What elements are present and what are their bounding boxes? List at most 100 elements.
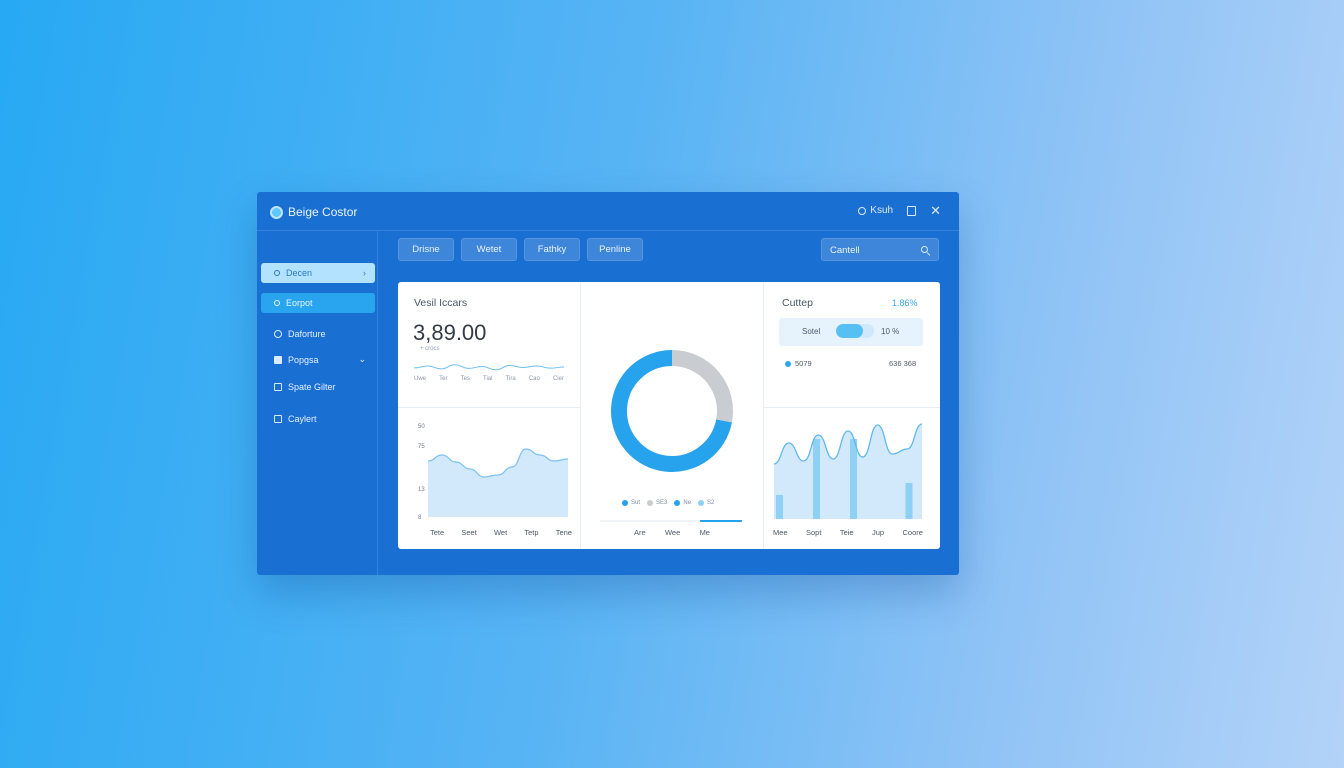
lock-icon (274, 415, 282, 423)
bar (776, 495, 783, 519)
legend-entry: SE3 (647, 500, 667, 506)
sidebar-item-label: Daforture (288, 329, 326, 339)
x-tick-label: Coore (902, 528, 923, 537)
grid-icon (274, 383, 282, 391)
x-tick-label: Wee (664, 528, 681, 537)
row-value: 636 368 (889, 359, 917, 368)
clipboard-icon[interactable] (907, 205, 917, 216)
donut-legend: Sut SE3 Ne S2 (622, 500, 714, 506)
app-title: Beige Costor (288, 205, 358, 219)
area-chart-right-xlabels: Mee Sopt Teie Jup Coore (773, 528, 923, 537)
account-label: Ksuh (870, 205, 894, 216)
progress-fill (836, 324, 864, 338)
toolbar: Drisne Wetet Fathky Penline (398, 238, 643, 261)
sparkline-tick-label: Cao (528, 376, 540, 382)
sidebar-item-label: Caylert (288, 414, 317, 424)
sidebar-item-popgsa[interactable]: Popgsa ⌄ (261, 350, 375, 370)
sidebar-item-eorpot[interactable]: Eorpot (261, 293, 375, 313)
circle-icon (274, 270, 280, 276)
y-tick-label: 50 (418, 424, 425, 430)
legend-entry: Sut (622, 500, 640, 506)
dashboard-panel: Vesil Iccars 3,89.00 + crocs Uwe Ter Tes Ti… (398, 282, 940, 549)
close-icon[interactable]: ✕ (930, 204, 941, 217)
divider (398, 407, 580, 408)
sparkline-tick-label: Uwe (414, 376, 427, 382)
sidebar-item-decen[interactable]: Decen › (261, 263, 375, 283)
title-bar: Beige Costor Ksuh ✕ (257, 192, 959, 231)
search-input[interactable] (830, 243, 918, 257)
y-tick-label: 75 (418, 444, 425, 450)
legend-label: S2 (707, 500, 715, 506)
legend-swatch (647, 500, 654, 506)
toolbar-button-wetet[interactable]: Wetet (461, 238, 517, 261)
cup-percent: 1.86% (892, 298, 918, 308)
divider (580, 282, 581, 549)
sparkline-ticks: Uwe Ter Tes Tial Tira Cao Cier (414, 376, 564, 382)
sparkline-tick-label: Cier (552, 376, 564, 382)
sparkline-tick-label: Tial (483, 376, 493, 382)
divider (763, 282, 764, 549)
toolbar-button-penline[interactable]: Penline (587, 238, 643, 261)
donut-chart (611, 350, 733, 472)
sparkline-tick-label: Tes (460, 376, 470, 382)
legend-swatch (622, 500, 628, 506)
x-tick-label: Seet (461, 528, 477, 537)
legend-swatch (674, 500, 681, 506)
donut-slice (671, 350, 733, 423)
sidebar-item-label: Decen (286, 268, 313, 278)
sidebar-item-label: Spate Gilter (288, 382, 336, 392)
x-tick-label: Jup (872, 528, 885, 537)
bar (905, 483, 913, 519)
area-fill (774, 424, 922, 519)
app-brand: Beige Costor (270, 205, 357, 219)
x-tick-label: Tetp (524, 528, 539, 537)
toolbar-button-drisne[interactable]: Drisne (398, 238, 454, 261)
area-chart-left-xlabels: Tete Seet Wet Tetp Tene (430, 528, 572, 537)
globe-logo-icon (270, 205, 283, 219)
legend-label: SE3 (656, 500, 668, 506)
x-tick-label: Are (634, 528, 646, 537)
sidebar: Decen › Eorpot Daforture Popgsa ⌄ Spate … (257, 231, 378, 575)
chevron-right-icon: › (363, 268, 366, 278)
sidebar-item-label: Popgsa (288, 355, 319, 365)
legend-entry: Ne (674, 500, 691, 506)
sidebar-item-caylert[interactable]: Caylert (261, 409, 375, 429)
progress-label: Sotel (802, 327, 821, 336)
progress-percent: 10 % (881, 327, 900, 336)
x-tick-label: Me (699, 528, 710, 537)
row-label: 5079 (795, 359, 812, 368)
donut-axis-line (600, 520, 742, 522)
bar (850, 439, 857, 519)
sidebar-item-daforture[interactable]: Daforture (261, 324, 375, 344)
toolbar-button-fathky[interactable]: Fathky (524, 238, 580, 261)
area-chart-left (427, 448, 569, 517)
progress-track (836, 324, 874, 338)
stat-subtext: + crocs (420, 346, 440, 352)
donut-xlabels: Are Wee Me (634, 528, 710, 537)
home-icon (274, 330, 282, 338)
x-tick-label: Wet (493, 528, 508, 537)
sidebar-item-label: Eorpot (286, 298, 313, 308)
sidebar-item-spate-gilter[interactable]: Spate Gilter (261, 377, 375, 397)
area-chart-right (773, 423, 923, 519)
y-tick-label: 13 (418, 487, 425, 493)
title-actions: Ksuh ✕ (858, 204, 941, 217)
progress-card: Sotel 10 % (779, 318, 923, 346)
bar (813, 439, 820, 519)
x-tick-label: Tete (430, 528, 445, 537)
x-tick-label: Sopt (806, 528, 822, 537)
y-tick-label: 8 (418, 515, 422, 521)
chevron-down-icon: ⌄ (358, 354, 366, 364)
x-tick-label: Mee (773, 528, 788, 537)
account-button[interactable]: Ksuh (858, 205, 893, 216)
x-tick-label: Tene (555, 528, 572, 537)
search-box (821, 238, 939, 261)
status-dot (785, 361, 791, 367)
legend-swatch (698, 500, 705, 506)
search-icon[interactable] (921, 246, 928, 253)
x-tick-label: Teie (839, 528, 854, 537)
circle-icon (858, 206, 867, 215)
sparkline-tick-label: Ter (439, 376, 448, 382)
sparkline-path (413, 364, 565, 371)
cup-title: Cuttep (782, 297, 813, 309)
